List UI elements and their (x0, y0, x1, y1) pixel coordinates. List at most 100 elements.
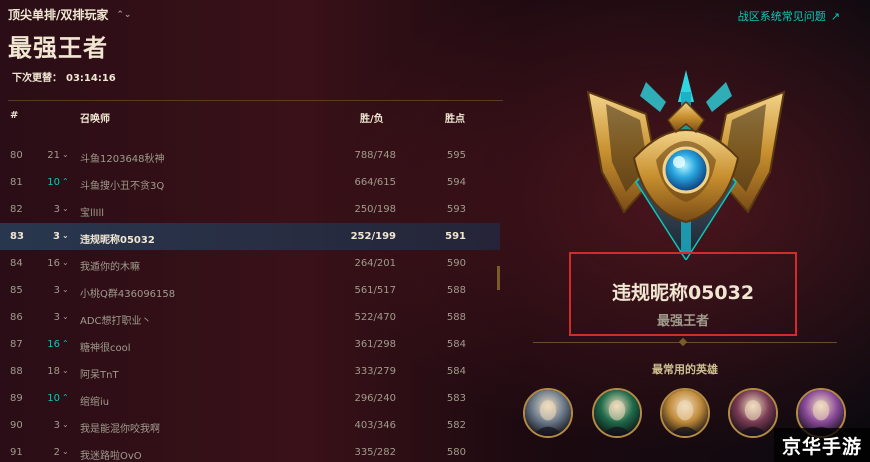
rank-cell: 91 (10, 447, 23, 458)
table-row[interactable]: 91 2 ⌄ 我迷路啦OvO 335/282 580 (0, 439, 500, 462)
win-loss-cell: 335/282 (354, 447, 396, 458)
page-title: 最强王者 (8, 34, 108, 62)
header-lp: 胜点 (445, 114, 465, 125)
next-update-time: 03:14:16 (66, 73, 116, 84)
rank-cell: 89 (10, 393, 23, 404)
table-row[interactable]: 81 10 ⌃ 斗鱼搜小丑不贪3Q 664/615 594 (0, 169, 500, 196)
rank-change-cell: 21 (47, 150, 60, 161)
table-header: # 召唤师 胜/负 胜点 (0, 110, 500, 126)
arrow-down-icon: ⌄ (62, 312, 69, 321)
win-loss-cell: 250/198 (354, 204, 396, 215)
rank-change-cell: 10 (47, 177, 60, 188)
win-loss-cell: 264/201 (354, 258, 396, 269)
rank-cell: 87 (10, 339, 23, 350)
summoner-cell: 违规昵称05032 (80, 235, 155, 246)
rank-change-cell: 3 (53, 231, 60, 242)
league-points-cell: 583 (446, 393, 466, 404)
table-row[interactable]: 90 3 ⌄ 我是能混你咬我啊 403/346 582 (0, 412, 500, 439)
summoner-cell: 斗鱼1203648秋神 (80, 154, 165, 165)
arrow-down-icon: ⌄ (62, 231, 69, 240)
arrow-down-icon: ⌄ (62, 204, 69, 213)
summoner-cell: 糖神很cool (80, 343, 131, 354)
summoner-cell: 我迷路啦OvO (80, 451, 142, 462)
table-row[interactable]: 83 3 ⌄ 违规昵称05032 252/199 591 (0, 223, 500, 250)
ladder-table: 80 21 ⌄ 斗鱼1203648秋神 788/748 595 81 10 ⌃ 斗鱼搜小丑不贪3Q… (0, 142, 500, 462)
table-row[interactable]: 80 21 ⌄ 斗鱼1203648秋神 788/748 595 (0, 142, 500, 169)
faq-link[interactable]: 战区系统常见问题 ↗ (738, 8, 840, 24)
summoner-cell: 阿呆TnT (80, 370, 119, 381)
challenger-emblem-icon (586, 70, 786, 260)
chevron-updown-icon: ⌃⌄ (116, 9, 132, 20)
win-loss-cell: 522/470 (354, 312, 396, 323)
win-loss-cell: 252/199 (350, 231, 396, 242)
summoner-cell: 我遁你的木嘛 (80, 262, 140, 273)
win-loss-cell: 333/279 (354, 366, 396, 377)
external-link-icon: ↗ (830, 9, 840, 23)
rank-cell: 80 (10, 150, 23, 161)
table-row[interactable]: 87 16 ⌃ 糖神很cool 361/298 584 (0, 331, 500, 358)
arrow-down-icon: ⌄ (62, 447, 69, 456)
watermark: 京华手游 (774, 428, 870, 462)
league-points-cell: 595 (446, 150, 466, 161)
rank-cell: 88 (10, 366, 23, 377)
arrow-down-icon: ⌄ (62, 150, 69, 159)
table-row[interactable]: 89 10 ⌃ 绾绾iu 296/240 583 (0, 385, 500, 412)
rank-cell: 90 (10, 420, 23, 431)
summoner-cell: 绾绾iu (80, 397, 110, 408)
rank-change-cell: 3 (53, 420, 60, 431)
win-loss-cell: 561/517 (354, 285, 396, 296)
league-points-cell: 588 (446, 312, 466, 323)
queue-selector[interactable]: 顶尖单排/双排玩家 ⌃⌄ (8, 6, 131, 23)
win-loss-cell: 403/346 (354, 420, 396, 431)
most-played-label: 最常用的英雄 (652, 363, 718, 376)
rank-change-cell: 3 (53, 312, 60, 323)
rank-change-cell: 16 (47, 258, 60, 269)
arrow-up-icon: ⌃ (62, 393, 69, 402)
rank-change-cell: 18 (47, 366, 60, 377)
win-loss-cell: 664/615 (354, 177, 396, 188)
arrow-down-icon: ⌄ (62, 420, 69, 429)
rank-cell: 81 (10, 177, 23, 188)
rank-change-cell: 16 (47, 339, 60, 350)
table-row[interactable]: 85 3 ⌄ 小桃Q群436096158 561/517 588 (0, 277, 500, 304)
summoner-cell: 我是能混你咬我啊 (80, 424, 160, 435)
summoner-tier: 最强王者 (656, 314, 709, 329)
next-update: 下次更替： 03:14:16 (8, 69, 116, 84)
rank-cell: 82 (10, 204, 23, 215)
league-points-cell: 584 (446, 339, 466, 350)
rank-cell: 85 (10, 285, 23, 296)
summoner-name: 违规昵称05032 (611, 282, 755, 304)
summoner-cell: 宝llIll (80, 208, 105, 219)
arrow-up-icon: ⌃ (62, 339, 69, 348)
champion-portrait-3[interactable] (660, 388, 710, 438)
league-points-cell: 584 (446, 366, 466, 377)
arrow-down-icon: ⌄ (62, 366, 69, 375)
rank-change-cell: 3 (53, 204, 60, 215)
champion-portrait-1[interactable] (523, 388, 573, 438)
table-row[interactable]: 84 16 ⌄ 我遁你的木嘛 264/201 590 (0, 250, 500, 277)
champion-portrait-2[interactable] (592, 388, 642, 438)
summoner-cell: ADC想打职业丶 (80, 316, 152, 327)
faq-label: 战区系统常见问题 (737, 10, 826, 23)
win-loss-cell: 361/298 (354, 339, 396, 350)
rank-cell: 84 (10, 258, 23, 269)
rank-cell: 83 (10, 231, 24, 242)
win-loss-cell: 296/240 (354, 393, 396, 404)
header-rank: # (10, 110, 19, 121)
arrow-down-icon: ⌄ (62, 285, 69, 294)
divider (8, 100, 503, 101)
league-points-cell: 588 (446, 285, 466, 296)
rank-change-cell: 3 (53, 285, 60, 296)
scrollbar-handle[interactable] (497, 266, 500, 290)
league-points-cell: 594 (446, 177, 466, 188)
rank-cell: 86 (10, 312, 23, 323)
table-row[interactable]: 88 18 ⌄ 阿呆TnT 333/279 584 (0, 358, 500, 385)
champion-portrait-4[interactable] (728, 388, 778, 438)
table-row[interactable]: 82 3 ⌄ 宝llIll 250/198 593 (0, 196, 500, 223)
rank-change-cell: 2 (53, 447, 60, 458)
league-points-cell: 591 (445, 231, 466, 242)
league-points-cell: 580 (446, 447, 466, 458)
table-row[interactable]: 86 3 ⌄ ADC想打职业丶 522/470 588 (0, 304, 500, 331)
arrow-up-icon: ⌃ (62, 177, 69, 186)
summoner-cell: 斗鱼搜小丑不贪3Q (80, 181, 165, 192)
